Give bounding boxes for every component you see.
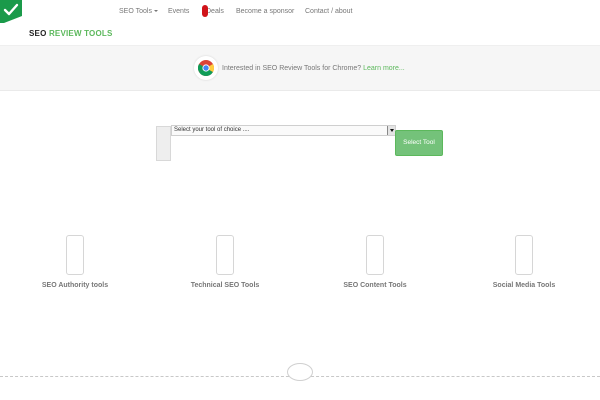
category-social-media[interactable]: Social Media Tools xyxy=(474,235,574,290)
device-outline-icon xyxy=(515,235,533,275)
dropdown-arrow-icon[interactable] xyxy=(387,126,395,135)
category-seo-content[interactable]: SEO Content Tools xyxy=(325,235,425,290)
nav-contact-about[interactable]: Contact / about xyxy=(305,7,352,17)
deals-badge xyxy=(202,5,208,17)
chrome-icon xyxy=(194,56,218,80)
device-outline-icon xyxy=(366,235,384,275)
tool-select-dropdown[interactable]: Select your tool of choice .... xyxy=(171,125,396,136)
category-seo-authority[interactable]: SEO Authority tools xyxy=(25,235,125,290)
nav-deals[interactable]: Deals xyxy=(206,7,224,17)
category-label: SEO Authority tools xyxy=(41,282,109,289)
category-label: Technical SEO Tools xyxy=(190,282,260,289)
scroll-down-pill[interactable] xyxy=(287,363,313,381)
nav-events[interactable]: Events xyxy=(168,7,189,17)
brand-part-seo: SEO xyxy=(29,29,47,38)
banner-text: Interested in SEO Review Tools for Chrom… xyxy=(222,64,405,73)
category-technical-seo[interactable]: Technical SEO Tools xyxy=(175,235,275,290)
brand-title[interactable]: SEO REVIEW TOOLS xyxy=(29,29,113,39)
learn-more-link[interactable]: Learn more... xyxy=(363,65,405,72)
device-outline-icon xyxy=(66,235,84,275)
brand-part-review-tools: REVIEW TOOLS xyxy=(48,29,113,38)
tool-select-addon xyxy=(156,126,171,161)
banner-message: Interested in SEO Review Tools for Chrom… xyxy=(222,65,362,72)
caret-down-icon xyxy=(153,10,158,12)
select-tool-button[interactable]: Select Tool xyxy=(395,130,443,156)
nav-become-sponsor[interactable]: Become a sponsor xyxy=(236,7,294,17)
category-label: SEO Content Tools xyxy=(343,282,407,289)
chrome-extension-banner: Interested in SEO Review Tools for Chrom… xyxy=(0,45,600,91)
top-navigation: SEO Tools Events Deals Become a sponsor … xyxy=(0,7,600,17)
device-outline-icon xyxy=(216,235,234,275)
tool-select-value: Select your tool of choice .... xyxy=(174,127,250,133)
nav-seo-tools-label: SEO Tools xyxy=(119,8,152,15)
nav-seo-tools[interactable]: SEO Tools xyxy=(119,7,158,17)
category-label: Social Media Tools xyxy=(492,282,556,289)
